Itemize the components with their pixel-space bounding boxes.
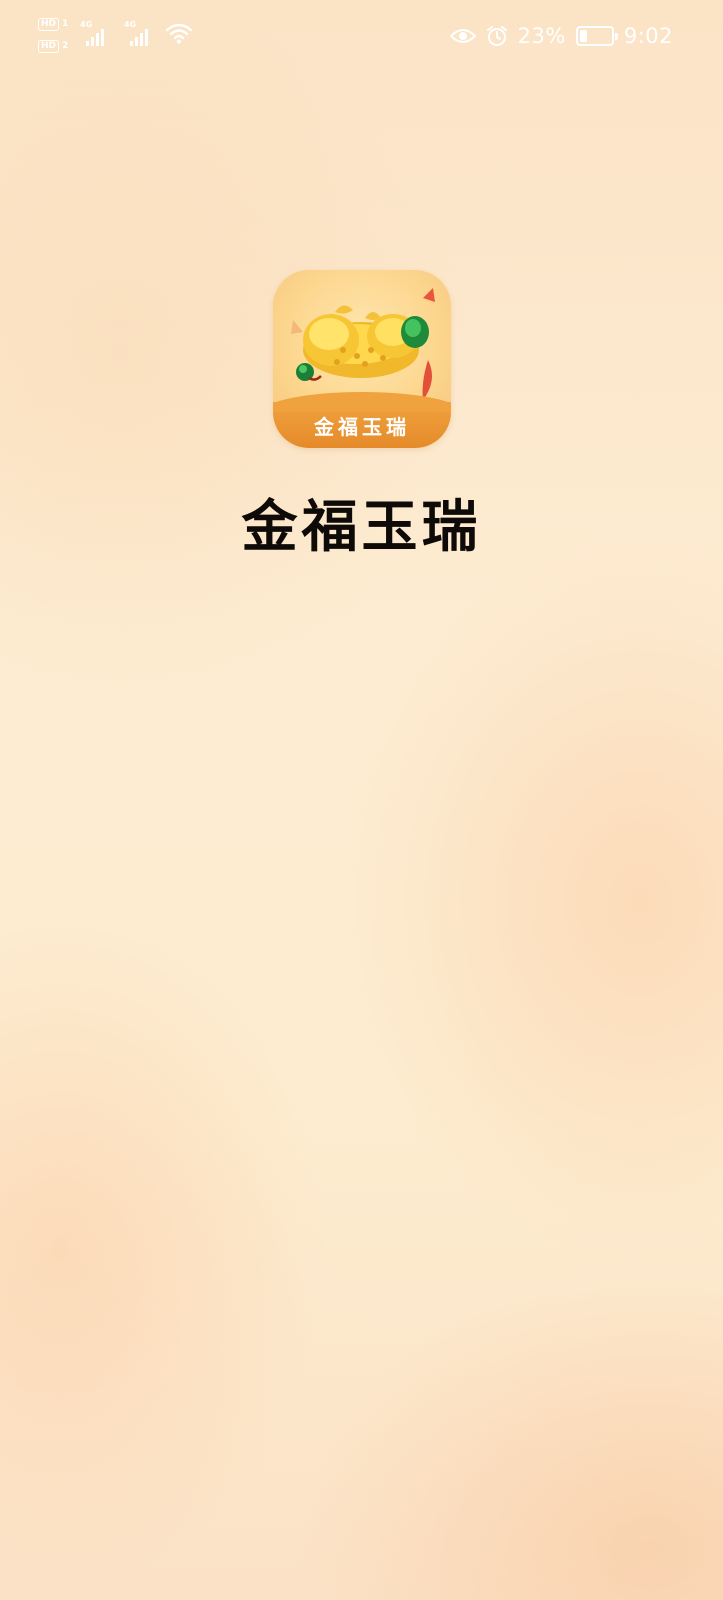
network-type: 4G bbox=[80, 20, 93, 29]
eye-icon bbox=[449, 29, 476, 43]
signal-icon: 4G bbox=[124, 20, 150, 46]
app-name: 金福玉瑞 bbox=[241, 495, 482, 560]
sim-indicators: HD 1 HD 2 bbox=[38, 16, 74, 56]
battery-percent: 23% bbox=[517, 24, 566, 48]
app-icon: 金福玉瑞 bbox=[273, 270, 451, 448]
hd-badge: HD bbox=[38, 17, 60, 31]
sim2-number: 2 bbox=[62, 41, 69, 51]
app-icon-label: 金福玉瑞 bbox=[314, 414, 410, 439]
sim2-indicator: HD 2 bbox=[38, 38, 68, 54]
battery-icon bbox=[575, 26, 618, 46]
network-type: 4G bbox=[124, 20, 137, 29]
clock: 9:02 bbox=[623, 24, 673, 48]
status-bar: HD 1 HD 2 4G 4G 23% 9:02 bbox=[0, 0, 723, 74]
wifi-icon bbox=[166, 23, 192, 44]
alarm-icon bbox=[486, 26, 507, 46]
app-icon-banner: 金福玉瑞 bbox=[273, 392, 451, 448]
sim1-indicator: HD 1 bbox=[38, 16, 68, 32]
status-right: 23% 9:02 bbox=[449, 18, 673, 54]
sim1-number: 1 bbox=[62, 19, 69, 29]
hd-badge: HD bbox=[38, 39, 60, 53]
signal-icon: 4G bbox=[80, 20, 106, 46]
battery-fill bbox=[579, 30, 587, 42]
